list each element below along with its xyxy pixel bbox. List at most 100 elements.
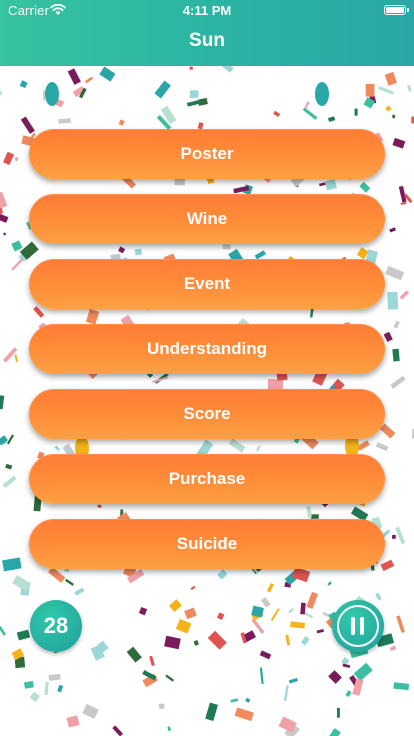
confetti-piece [316, 629, 324, 634]
confetti-piece [389, 227, 396, 233]
confetti-piece [2, 232, 7, 236]
confetti-piece [42, 90, 46, 101]
answer-button-wine[interactable]: Wine [29, 194, 385, 244]
confetti-piece [85, 76, 94, 84]
pause-icon-bar-left [351, 617, 355, 635]
confetti-piece [186, 99, 201, 107]
confetti-piece [158, 703, 165, 710]
confetti-piece [406, 84, 412, 93]
confetti-piece [396, 615, 405, 634]
confetti-drop [315, 82, 329, 106]
confetti-piece [23, 680, 34, 689]
answer-options: Poster Wine Event Understanding Score Pu… [29, 129, 385, 584]
confetti-piece [266, 583, 274, 593]
confetti-piece [205, 702, 218, 721]
confetti-piece [375, 592, 382, 601]
confetti-piece [168, 599, 182, 612]
confetti-piece [44, 681, 49, 695]
confetti-piece [383, 331, 393, 343]
confetti-piece [207, 630, 227, 650]
answer-button-understanding[interactable]: Understanding [29, 324, 385, 374]
confetti-piece [259, 667, 264, 685]
confetti-piece [393, 682, 410, 691]
confetti-piece [385, 265, 405, 281]
confetti-piece [217, 66, 234, 73]
confetti-piece [285, 634, 291, 646]
page-title: Sun [189, 30, 225, 51]
confetti-piece [354, 108, 358, 116]
confetti-piece [392, 348, 400, 362]
confetti-piece [328, 670, 342, 684]
answer-button-suicide[interactable]: Suicide [29, 519, 385, 569]
confetti-piece [365, 83, 375, 97]
confetti-piece [15, 157, 18, 161]
confetti-piece [190, 585, 196, 591]
confetti-piece [328, 728, 341, 736]
confetti-piece [0, 395, 5, 410]
confetti-piece [288, 677, 298, 684]
confetti-piece [273, 110, 281, 118]
confetti-piece [0, 191, 8, 209]
confetti-piece [58, 118, 71, 124]
answer-button-event[interactable]: Event [29, 259, 385, 309]
confetti-piece [259, 650, 272, 660]
confetti-piece [288, 607, 295, 614]
confetti-piece [270, 608, 280, 621]
confetti-piece [118, 119, 125, 126]
confetti-piece [184, 607, 197, 620]
status-bar: Carrier 4:11 PM [0, 0, 414, 22]
confetti-piece [345, 690, 352, 698]
confetti-piece [392, 137, 406, 149]
confetti-piece [138, 606, 148, 616]
confetti-piece [390, 375, 406, 389]
confetti-piece [74, 587, 85, 596]
confetti-piece [175, 618, 192, 634]
pause-icon-bar-right [360, 617, 364, 635]
confetti-piece [164, 635, 181, 650]
confetti-piece [11, 257, 24, 271]
confetti-piece [393, 320, 400, 329]
confetti-piece [283, 685, 289, 702]
confetti-piece [6, 434, 14, 445]
confetti-piece [304, 101, 310, 109]
confetti-piece [193, 640, 199, 646]
confetti-drop [45, 82, 59, 106]
confetti-piece [392, 114, 396, 119]
answer-button-purchase[interactable]: Purchase [29, 454, 385, 504]
confetti-piece [234, 707, 254, 722]
confetti-piece [328, 116, 336, 122]
confetti-piece [216, 612, 225, 620]
confetti-piece [251, 618, 265, 634]
status-time: 4:11 PM [182, 3, 232, 18]
confetti-piece [389, 645, 397, 652]
confetti-piece [0, 626, 7, 636]
confetti-piece [19, 80, 28, 89]
confetti-piece [14, 354, 19, 363]
confetti-piece [67, 68, 81, 85]
confetti-piece [378, 86, 394, 95]
confetti-piece [260, 597, 271, 608]
navigation-header: Carrier 4:11 PM Sun [0, 0, 414, 66]
confetti-piece [112, 725, 123, 736]
confetti-piece [16, 629, 31, 641]
confetti-piece [82, 703, 99, 719]
battery-icon [384, 5, 409, 15]
confetti-piece [230, 698, 239, 703]
confetti-piece [302, 107, 318, 120]
confetti-piece [2, 557, 22, 572]
confetti-piece [245, 697, 251, 703]
confetti-piece [290, 621, 305, 629]
confetti-piece [154, 80, 171, 99]
confetti-piece [11, 240, 23, 252]
answer-button-score[interactable]: Score [29, 389, 385, 439]
confetti-piece [126, 646, 142, 663]
answer-button-poster[interactable]: Poster [29, 129, 385, 179]
confetti-piece [300, 636, 310, 646]
confetti-piece [189, 66, 193, 70]
pause-button[interactable] [332, 600, 384, 652]
confetti-piece [165, 674, 175, 682]
confetti-piece [189, 90, 199, 98]
confetti-piece [336, 707, 340, 718]
confetti-piece [2, 475, 17, 489]
confetti-piece [48, 673, 61, 681]
